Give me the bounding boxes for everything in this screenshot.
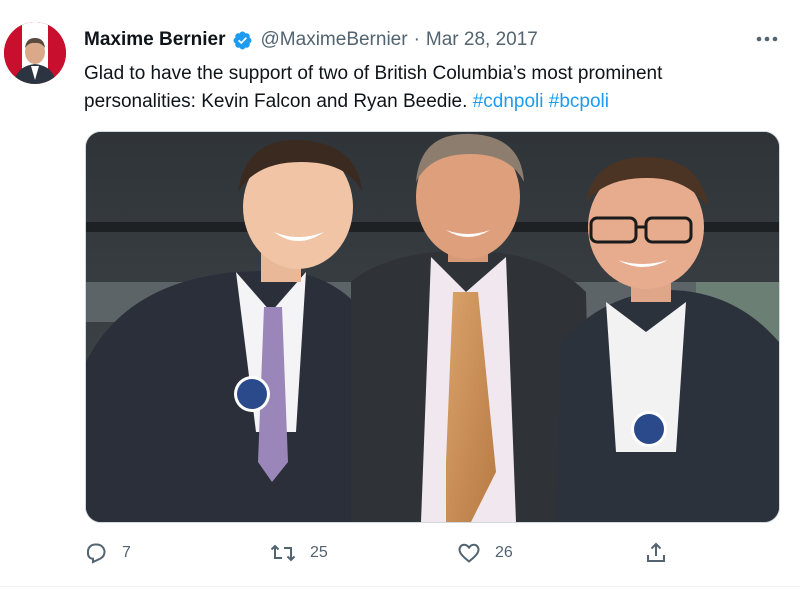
reply-button[interactable]: 7 (84, 538, 131, 568)
retweet-icon (270, 544, 296, 562)
tweet-actions: 7 25 26 (84, 538, 684, 568)
header-separator: · (413, 29, 420, 50)
reply-icon (87, 543, 106, 564)
reply-count: 7 (122, 544, 131, 561)
tweet-photo[interactable] (85, 131, 780, 523)
avatar-image (4, 22, 66, 84)
hashtag-link[interactable]: #cdnpoli (473, 91, 544, 112)
verified-badge-icon (232, 30, 253, 51)
photo-image (86, 132, 779, 522)
share-button[interactable] (644, 538, 682, 568)
author-name[interactable]: Maxime Bernier (84, 29, 226, 51)
tweet-text: Glad to have the support of two of Briti… (84, 60, 764, 116)
divider (0, 586, 800, 587)
more-options-icon[interactable] (752, 26, 782, 52)
retweet-button[interactable]: 25 (270, 538, 328, 568)
like-button[interactable]: 26 (457, 538, 513, 568)
heart-icon (458, 543, 480, 563)
author-handle[interactable]: @MaximeBernier (261, 29, 408, 51)
author-avatar[interactable] (4, 22, 66, 84)
retweet-count: 25 (310, 544, 328, 561)
tweet-header: Maxime Bernier @MaximeBernier · Mar 28, … (84, 28, 538, 52)
tweet-date[interactable]: Mar 28, 2017 (426, 29, 538, 51)
tweet-card[interactable]: Maxime Bernier @MaximeBernier · Mar 28, … (0, 0, 800, 600)
share-icon (647, 542, 665, 562)
hashtag-link[interactable]: #bcpoli (549, 91, 609, 112)
like-count: 26 (495, 544, 513, 561)
